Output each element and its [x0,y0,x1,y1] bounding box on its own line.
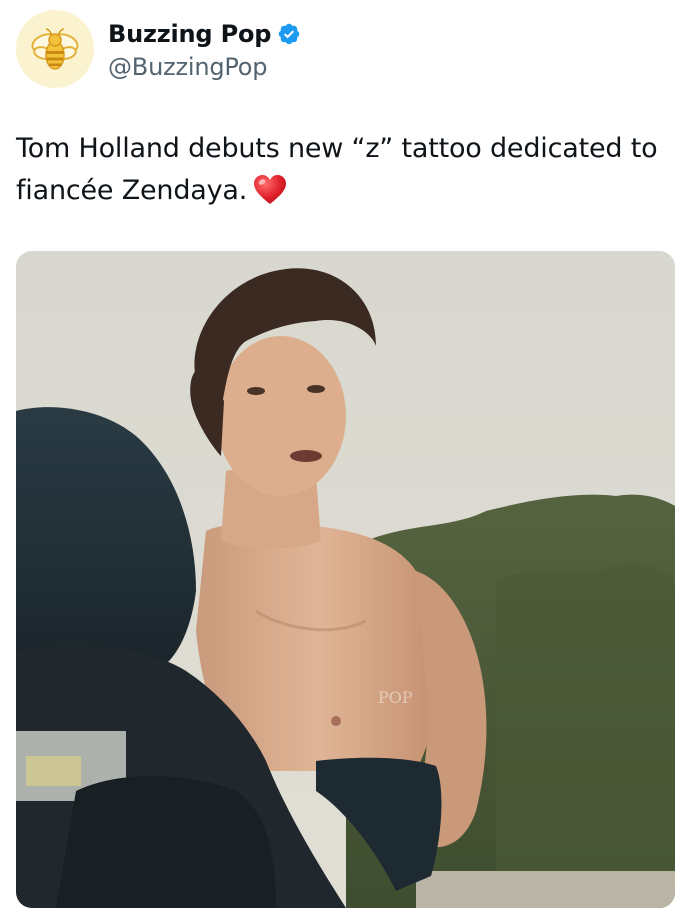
bee-icon [31,28,79,70]
verified-badge-icon [278,23,300,45]
tweet-photo[interactable]: POP [16,251,675,908]
tweet-text: Tom Holland debuts new “z” tattoo dedica… [16,128,676,212]
tweet-text-line2: fiancée Zendaya. [16,175,248,206]
tweet-card[interactable]: Buzzing Pop @BuzzingPop Tom Holland debu… [0,0,690,921]
author-names: Buzzing Pop @BuzzingPop [108,17,301,81]
photo-scene: POP [16,251,675,908]
display-name[interactable]: Buzzing Pop [108,20,271,48]
photo-watermark: POP [378,688,413,707]
tweet-header: Buzzing Pop @BuzzingPop [16,10,301,88]
avatar[interactable] [16,10,94,88]
tweet-text-line1: Tom Holland debuts new “z” tattoo dedica… [16,133,658,164]
handle[interactable]: @BuzzingPop [108,53,301,81]
red-heart-icon [254,175,287,204]
name-row: Buzzing Pop [108,17,301,51]
